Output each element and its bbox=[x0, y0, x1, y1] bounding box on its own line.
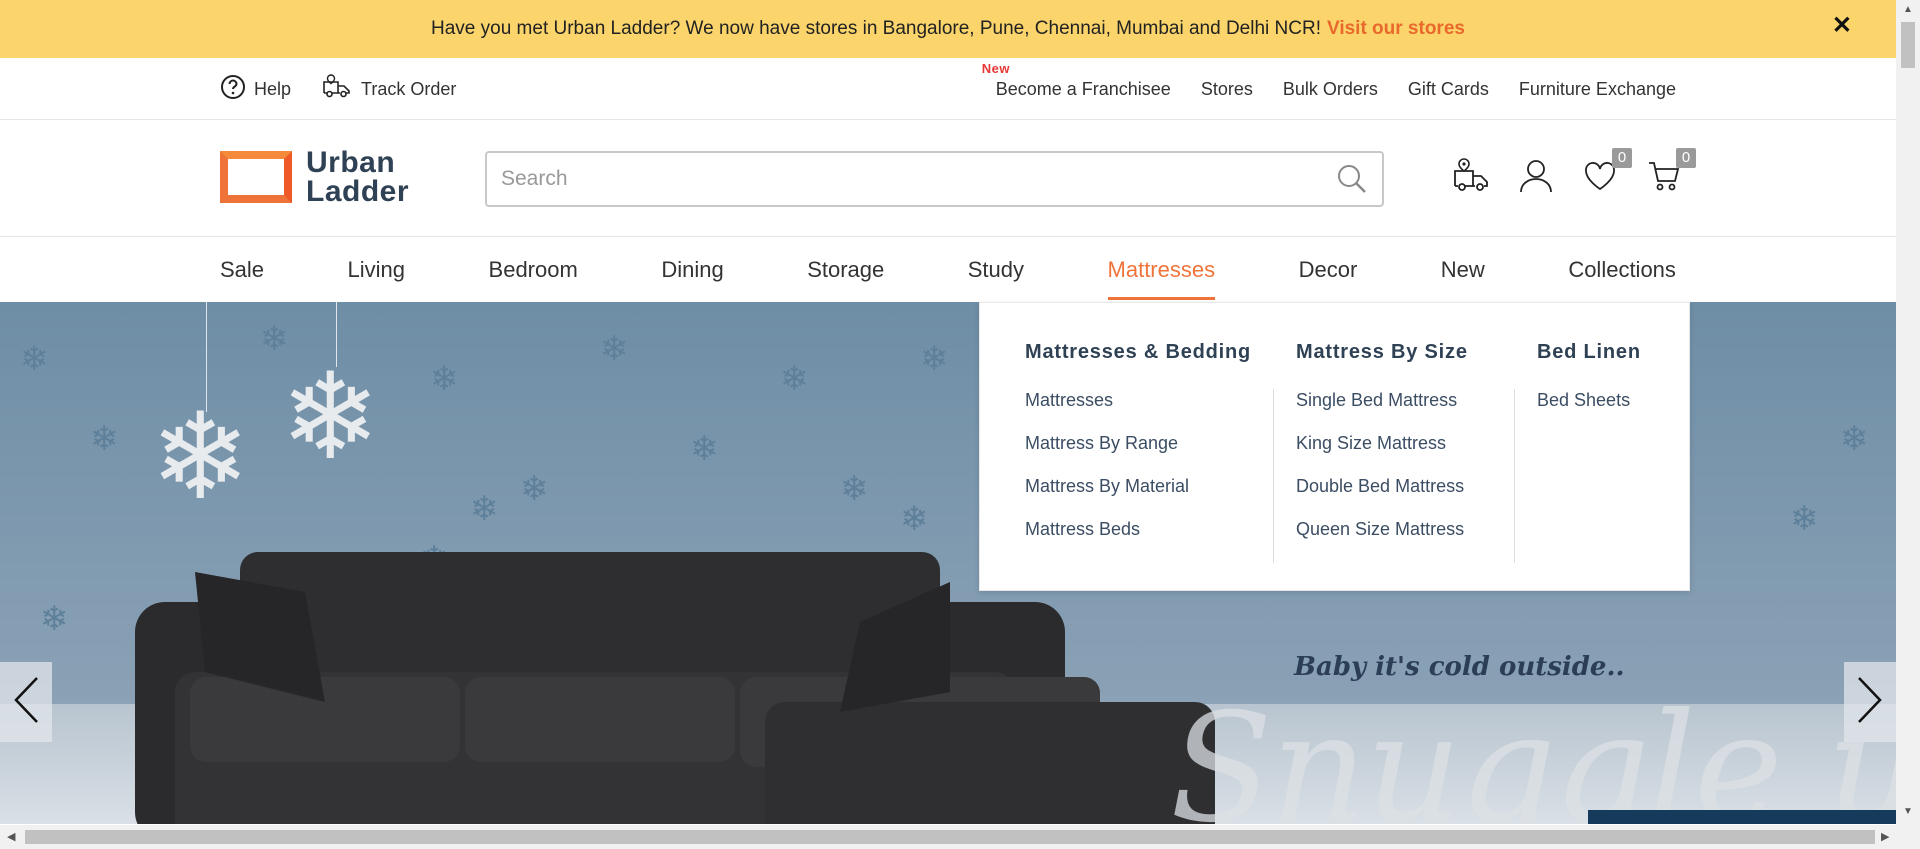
logo-line-2: Ladder bbox=[306, 175, 410, 208]
nav-item-mattresses[interactable]: Mattresses bbox=[1107, 237, 1215, 302]
nav-item-new[interactable]: New bbox=[1441, 237, 1485, 302]
menu-column-bed-linen: Bed Linen Bed Sheets bbox=[1537, 303, 1641, 431]
announcement-bar: Have you met Urban Ladder? We now have s… bbox=[0, 0, 1896, 58]
horizontal-scroll-thumb[interactable] bbox=[25, 830, 1875, 844]
account-button[interactable] bbox=[1516, 158, 1556, 198]
track-delivery-button[interactable] bbox=[1452, 157, 1492, 200]
utility-bar: Help Track Order New Become a Franchisee… bbox=[0, 58, 1896, 120]
logo-text: Urban Ladder bbox=[306, 146, 410, 208]
wishlist-button[interactable]: 0 bbox=[1580, 148, 1632, 198]
nav-item-collections[interactable]: Collections bbox=[1568, 237, 1676, 302]
menu-column-mattresses-bedding: Mattresses & Bedding Mattresses Mattress… bbox=[1025, 303, 1251, 560]
nav-item-sale[interactable]: Sale bbox=[220, 237, 264, 302]
menu-column-title: Mattresses & Bedding bbox=[1025, 341, 1252, 363]
sofa-image bbox=[135, 552, 1215, 824]
hero-tagline: Baby it's cold outside.. bbox=[1294, 652, 1625, 682]
help-label: Help bbox=[254, 78, 292, 99]
snowflake-ornament: ❄ bbox=[150, 390, 251, 524]
vertical-scroll-thumb[interactable] bbox=[1901, 22, 1915, 68]
snowflake-ornament: ❄ bbox=[280, 350, 381, 484]
cart-button[interactable]: 0 bbox=[1644, 148, 1696, 198]
logo-line-1: Urban bbox=[306, 146, 396, 179]
chevron-right-icon bbox=[1855, 675, 1885, 730]
logo-mark-icon bbox=[220, 151, 292, 203]
track-order-link[interactable]: Track Order bbox=[321, 73, 456, 106]
menu-column-title: Bed Linen bbox=[1537, 341, 1641, 363]
scroll-left-icon[interactable]: ◀ bbox=[7, 830, 15, 843]
scroll-down-icon[interactable]: ▼ bbox=[1903, 806, 1913, 817]
become-franchisee-link[interactable]: New Become a Franchisee bbox=[982, 61, 1171, 100]
hero-cta-strip[interactable] bbox=[1588, 810, 1896, 824]
hero-script-text: Snuggle up bbox=[1170, 682, 1896, 824]
search-input[interactable] bbox=[487, 153, 1307, 205]
wishlist-count-badge: 0 bbox=[1612, 148, 1632, 168]
menu-column-title: Mattress By Size bbox=[1296, 341, 1468, 363]
search-icon[interactable] bbox=[1336, 163, 1368, 200]
nav-item-bedroom[interactable]: Bedroom bbox=[489, 237, 578, 302]
menu-divider bbox=[1514, 389, 1515, 563]
next-slide-button[interactable] bbox=[1844, 662, 1896, 742]
announcement-text: Have you met Urban Ladder? We now have s… bbox=[431, 18, 1321, 39]
track-order-label: Track Order bbox=[361, 78, 457, 99]
menu-item-bed-sheets[interactable]: Bed Sheets bbox=[1537, 388, 1641, 431]
nav-item-dining[interactable]: Dining bbox=[661, 237, 723, 302]
become-franchisee-label: Become a Franchisee bbox=[995, 78, 1171, 99]
new-badge: New bbox=[981, 60, 1010, 76]
cart-count-badge: 0 bbox=[1676, 148, 1696, 168]
menu-divider bbox=[1273, 389, 1274, 563]
nav-item-decor[interactable]: Decor bbox=[1299, 237, 1358, 302]
chevron-left-icon bbox=[11, 675, 41, 730]
mattresses-mega-menu: Mattresses & Bedding Mattresses Mattress… bbox=[979, 302, 1690, 591]
close-icon[interactable]: ✕ bbox=[1832, 14, 1852, 38]
menu-column-mattress-by-size: Mattress By Size Single Bed Mattress Kin… bbox=[1296, 303, 1468, 560]
horizontal-scrollbar[interactable]: ◀ ▶ bbox=[0, 825, 1920, 849]
search-box bbox=[485, 151, 1384, 207]
furniture-exchange-link[interactable]: Furniture Exchange bbox=[1519, 79, 1676, 100]
user-icon bbox=[1519, 158, 1553, 199]
scroll-up-icon[interactable]: ▲ bbox=[1903, 4, 1913, 15]
menu-item-mattress-by-material[interactable]: Mattress By Material bbox=[1025, 474, 1251, 517]
vertical-scrollbar[interactable]: ▲ ▼ bbox=[1896, 0, 1920, 825]
menu-item-king-size-mattress[interactable]: King Size Mattress bbox=[1296, 431, 1468, 474]
urban-ladder-logo[interactable]: Urban Ladder bbox=[220, 146, 410, 208]
menu-item-queen-size-mattress[interactable]: Queen Size Mattress bbox=[1296, 517, 1468, 560]
menu-item-mattress-by-range[interactable]: Mattress By Range bbox=[1025, 431, 1251, 474]
menu-item-single-bed-mattress[interactable]: Single Bed Mattress bbox=[1296, 388, 1468, 431]
main-nav: Sale Living Bedroom Dining Storage Study… bbox=[0, 237, 1896, 302]
help-link[interactable]: Help bbox=[220, 74, 291, 105]
visit-stores-link[interactable]: Visit our stores bbox=[1327, 18, 1465, 40]
bulk-orders-link[interactable]: Bulk Orders bbox=[1283, 79, 1378, 100]
menu-item-mattresses[interactable]: Mattresses bbox=[1025, 388, 1251, 431]
menu-item-mattress-beds[interactable]: Mattress Beds bbox=[1025, 517, 1251, 560]
site-header: Urban Ladder 0 0 bbox=[0, 120, 1896, 237]
help-icon bbox=[220, 74, 246, 105]
prev-slide-button[interactable] bbox=[0, 662, 52, 742]
delivery-truck-icon bbox=[1452, 157, 1492, 200]
nav-item-storage[interactable]: Storage bbox=[807, 237, 884, 302]
stores-link[interactable]: Stores bbox=[1201, 79, 1253, 100]
delivery-truck-icon bbox=[321, 73, 353, 106]
nav-item-living[interactable]: Living bbox=[348, 237, 405, 302]
menu-item-double-bed-mattress[interactable]: Double Bed Mattress bbox=[1296, 474, 1468, 517]
nav-item-study[interactable]: Study bbox=[968, 237, 1024, 302]
gift-cards-link[interactable]: Gift Cards bbox=[1408, 79, 1489, 100]
scroll-right-icon[interactable]: ▶ bbox=[1881, 830, 1889, 843]
